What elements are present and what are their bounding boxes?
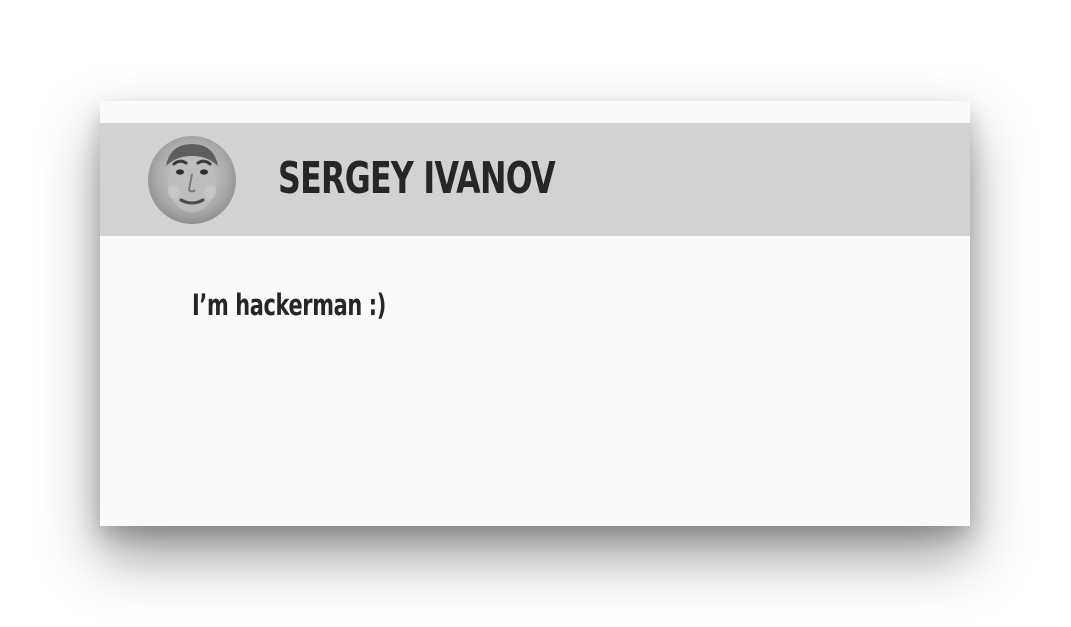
- profile-header: SERGEY IVANOV: [100, 123, 970, 236]
- person-photo-avatar-icon: [166, 144, 218, 212]
- profile-status: I’m hackerman :): [192, 288, 386, 322]
- profile-name: SERGEY IVANOV: [278, 153, 556, 204]
- profile-card: SERGEY IVANOV I’m hackerman :): [100, 101, 970, 526]
- avatar: [148, 136, 236, 224]
